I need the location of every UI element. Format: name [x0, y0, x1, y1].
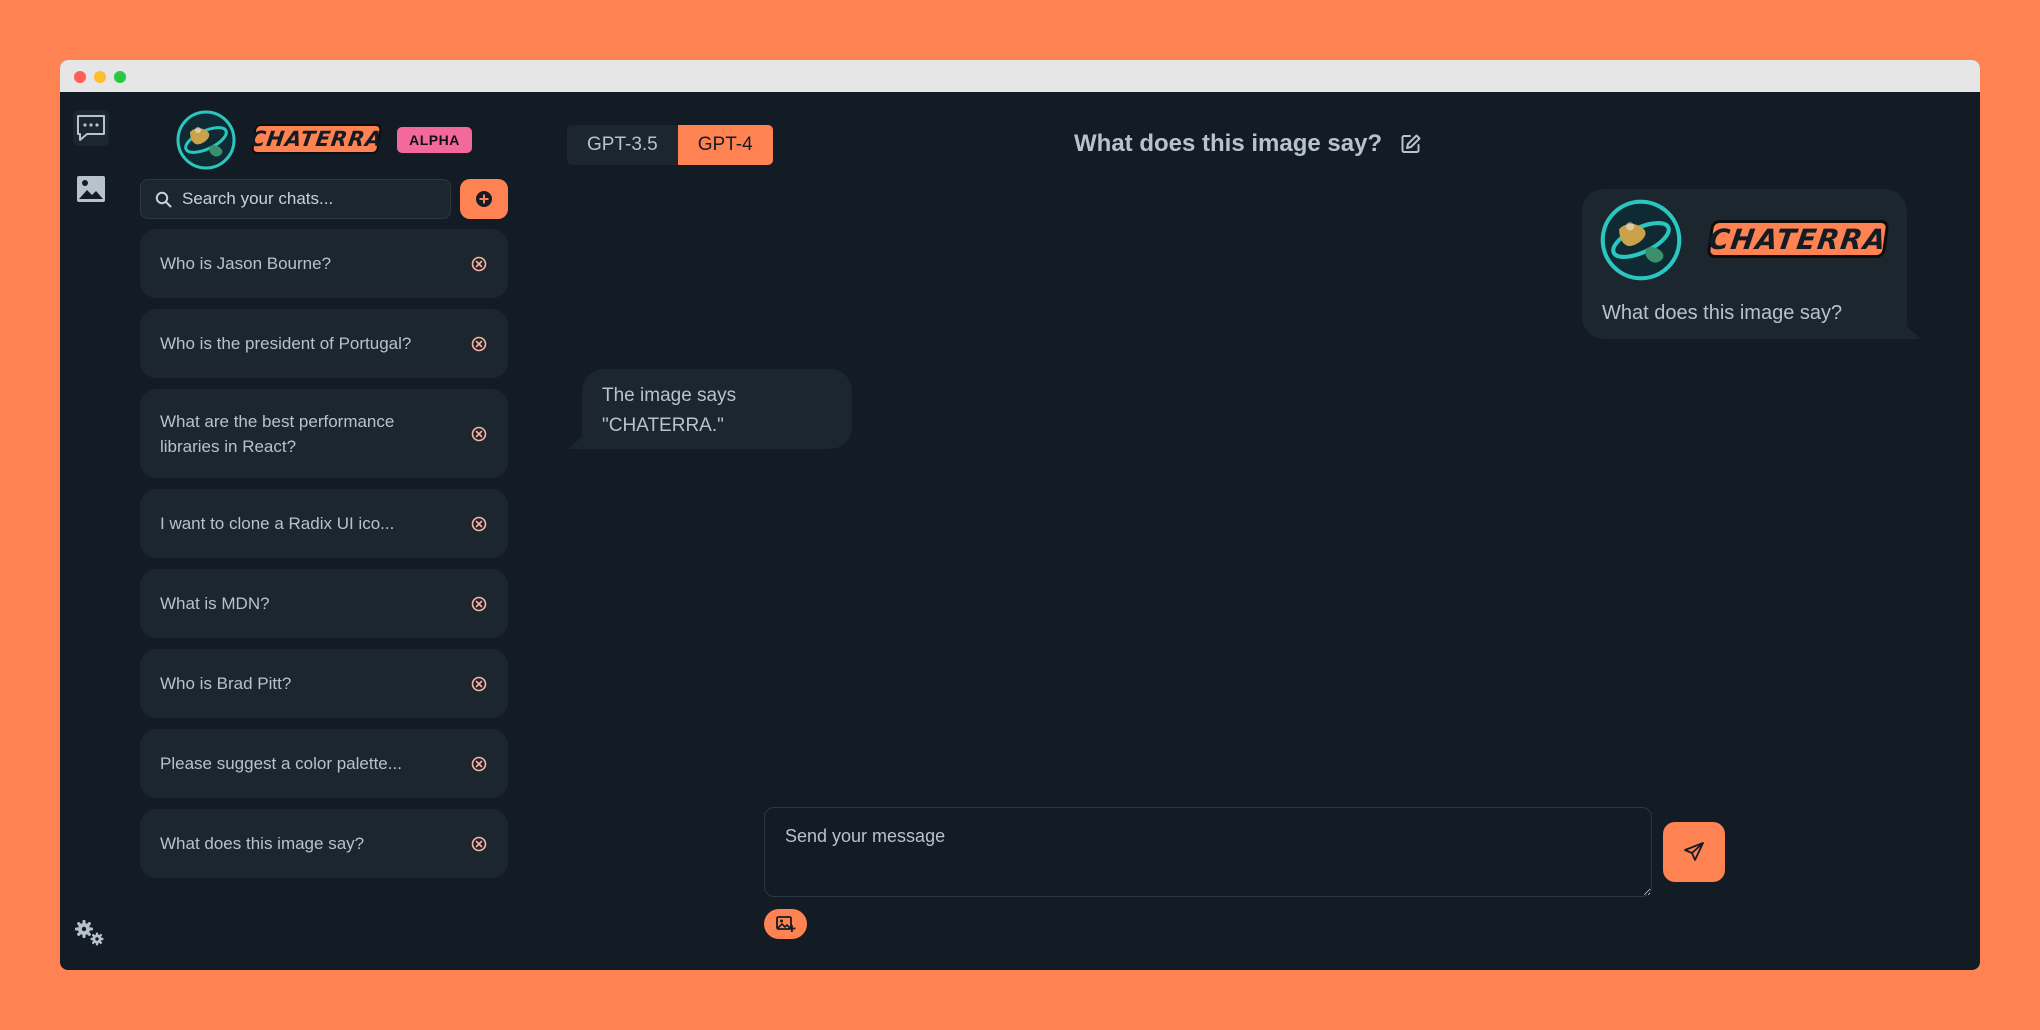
alpha-badge: ALPHA	[397, 127, 472, 153]
search-icon	[155, 191, 172, 207]
images-nav-button[interactable]	[73, 171, 109, 207]
plus-circle-icon	[476, 191, 492, 207]
chat-bubble-icon	[77, 115, 105, 141]
chat-item-label: Who is Brad Pitt?	[160, 674, 292, 693]
close-circle-icon[interactable]	[470, 675, 488, 693]
attached-image-text: CHATERRA	[1706, 220, 1890, 258]
chat-item-label: What does this image say?	[160, 834, 365, 853]
search-box	[140, 179, 451, 219]
minimize-window-button[interactable]	[94, 71, 106, 83]
send-button[interactable]	[1663, 822, 1725, 882]
app-logo-text: CHATERRA	[249, 124, 384, 154]
chat-item-label: What is MDN?	[160, 594, 270, 613]
settings-gears-icon	[75, 920, 104, 946]
chat-item-label: What are the best performance libraries …	[160, 411, 395, 456]
send-icon	[1684, 842, 1704, 861]
chat-list-item[interactable]: I want to clone a Radix UI ico...	[140, 489, 508, 558]
globe-logo-icon	[176, 110, 236, 170]
user-message-text: What does this image say?	[1602, 302, 1843, 324]
add-image-icon	[775, 916, 795, 932]
close-circle-icon[interactable]	[470, 425, 488, 443]
chat-list-item[interactable]: What is MDN?	[140, 569, 508, 638]
close-window-button[interactable]	[74, 71, 86, 83]
close-circle-icon[interactable]	[470, 595, 488, 613]
chat-item-label: Who is Jason Bourne?	[160, 254, 332, 273]
app-window: CHATERRA ALPHA Who is Jason Bourne? Who …	[60, 60, 1980, 970]
close-circle-icon[interactable]	[470, 335, 488, 353]
chat-item-label: Who is the president of Portugal?	[160, 334, 412, 353]
edit-icon[interactable]	[1400, 133, 1422, 155]
chat-list-item[interactable]: Please suggest a color palette...	[140, 729, 508, 798]
user-message: CHATERRA What does this image say?	[1582, 189, 1921, 339]
message-input[interactable]	[764, 807, 1652, 897]
globe-logo-image	[1600, 199, 1682, 281]
chat-item-label: Please suggest a color palette...	[160, 754, 402, 773]
chat-list-item[interactable]: Who is Jason Bourne?	[140, 229, 508, 298]
attach-image-button[interactable]	[764, 909, 807, 939]
image-icon	[77, 176, 105, 202]
chats-nav-button[interactable]	[73, 110, 109, 146]
close-circle-icon[interactable]	[470, 515, 488, 533]
chat-title-text: What does this image say?	[1074, 130, 1383, 157]
title-bar	[60, 60, 1980, 92]
model-option-gpt35[interactable]: GPT-3.5	[567, 125, 678, 165]
chat-title: What does this image say?	[1074, 126, 1422, 162]
model-toggle: GPT-3.5 GPT-4	[567, 125, 773, 165]
model-option-gpt4[interactable]: GPT-4	[677, 125, 773, 165]
close-circle-icon[interactable]	[470, 255, 488, 273]
close-circle-icon[interactable]	[470, 835, 488, 853]
chat-item-label: I want to clone a Radix UI ico...	[160, 514, 395, 533]
chat-list-item[interactable]: What are the best performance libraries …	[140, 389, 508, 478]
chat-list-item[interactable]: What does this image say?	[140, 809, 508, 878]
close-circle-icon[interactable]	[470, 755, 488, 773]
new-chat-button[interactable]	[460, 179, 508, 219]
chat-list-item[interactable]: Who is Brad Pitt?	[140, 649, 508, 718]
assistant-message: The image says "CHATERRA."	[568, 369, 852, 449]
chat-list-item[interactable]: Who is the president of Portugal?	[140, 309, 508, 378]
search-input[interactable]	[182, 189, 432, 209]
maximize-window-button[interactable]	[114, 71, 126, 83]
settings-button[interactable]	[72, 915, 108, 951]
